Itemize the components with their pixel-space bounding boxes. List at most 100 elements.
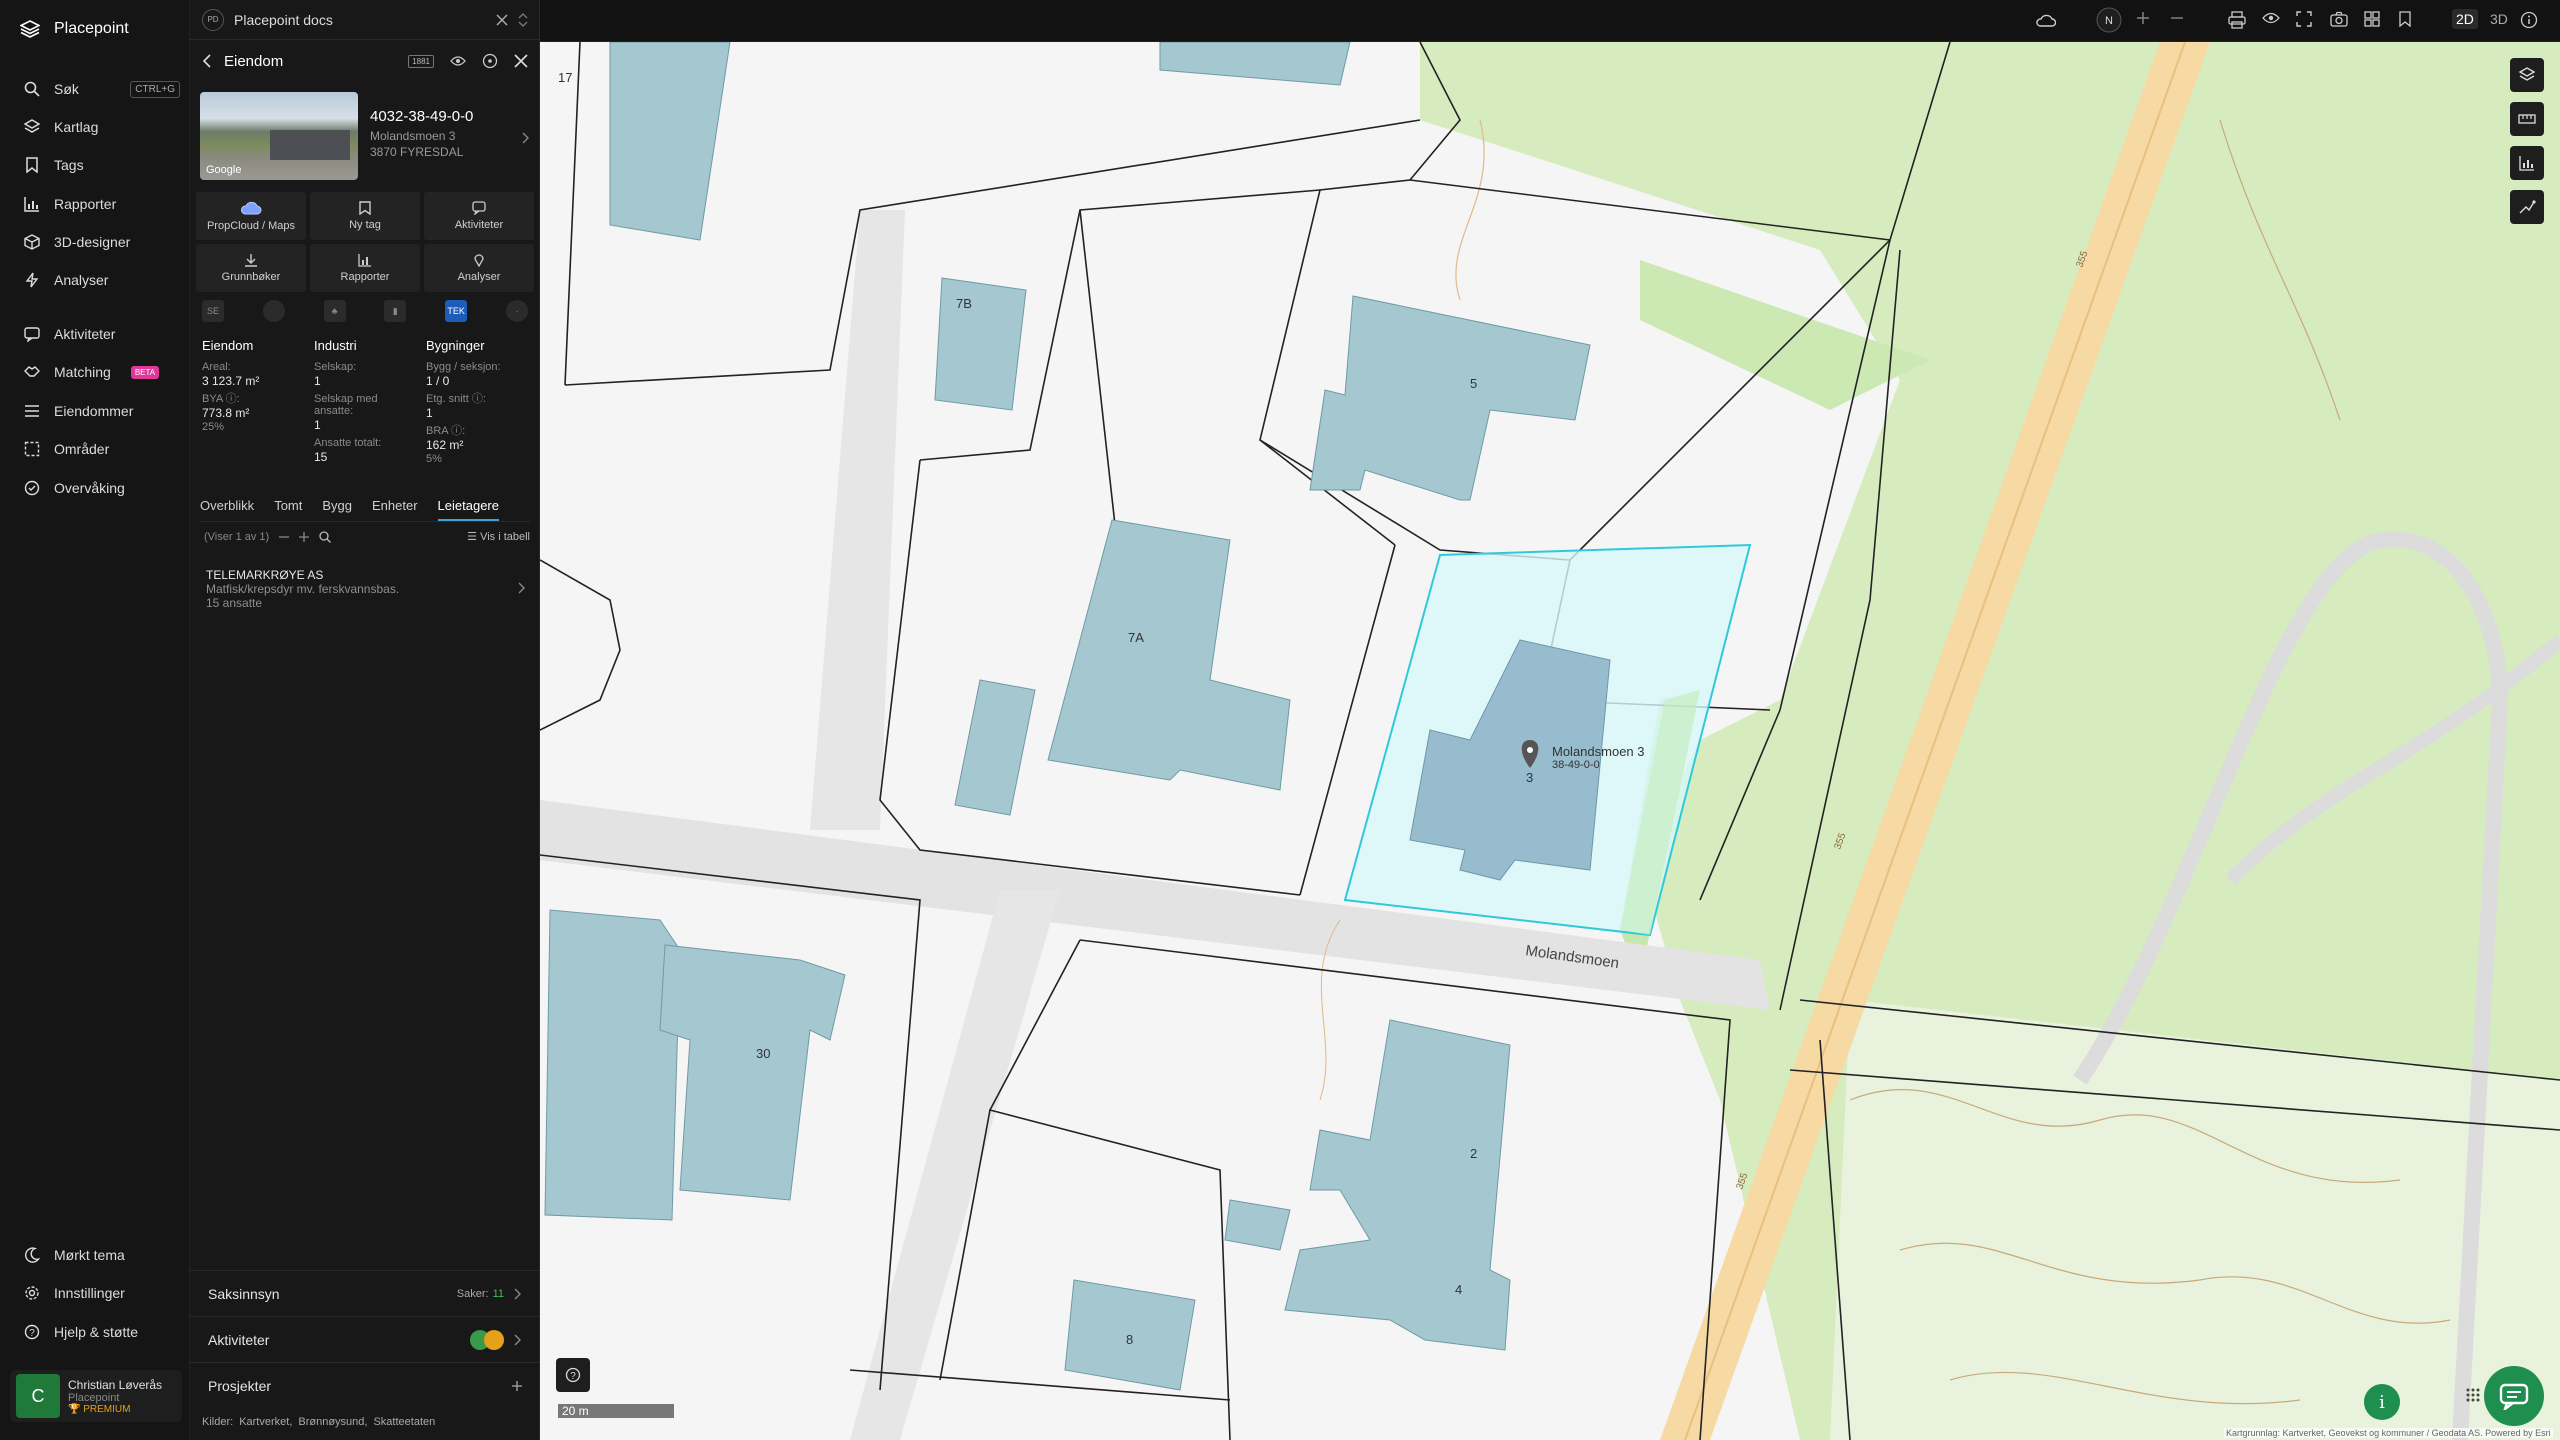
section-label: Prosjekter <box>208 1377 272 1394</box>
new-tag-button[interactable]: Ny tag <box>310 192 420 240</box>
back-icon[interactable] <box>202 54 212 68</box>
chart-tool[interactable] <box>2510 146 2544 180</box>
source-stats-icon[interactable]: ▮ <box>384 300 407 322</box>
docs-bar: PD Placepoint docs <box>190 0 540 40</box>
bookmark-icon[interactable] <box>2398 11 2412 27</box>
plus-icon[interactable] <box>299 531 310 542</box>
eye-icon[interactable] <box>2262 11 2280 25</box>
fullscreen-icon[interactable] <box>2296 11 2312 27</box>
source-tek-icon[interactable]: TEK <box>445 300 468 322</box>
stat-value: 162 m² <box>426 438 464 452</box>
activities-button[interactable]: Aktiviteter <box>424 192 534 240</box>
nav-item-map-layers[interactable]: Kartlag <box>24 115 180 139</box>
zoom-in-icon[interactable] <box>2136 11 2150 25</box>
measure-tool[interactable] <box>2510 102 2544 136</box>
expand-collapse-icon[interactable] <box>518 12 528 27</box>
source-link[interactable]: Kartverket, <box>239 1416 292 1428</box>
section-case-records[interactable]: Saksinnsyn Saker: 11 <box>190 1270 540 1316</box>
source-link[interactable]: Brønnøysund, <box>298 1416 367 1428</box>
nav-label: Eiendommer <box>54 403 134 419</box>
help-icon: ? <box>565 1367 581 1383</box>
source-tree-icon[interactable]: ♣ <box>323 300 346 322</box>
nav-item-activities[interactable]: Aktiviteter <box>24 322 180 346</box>
nav-item-matching[interactable]: Matching BETA <box>24 360 180 384</box>
source-globe-icon[interactable] <box>262 300 285 322</box>
nav-item-dark-theme[interactable]: Mørkt tema <box>24 1243 180 1267</box>
brand[interactable]: Placepoint <box>20 20 129 38</box>
info-button[interactable]: i <box>2364 1384 2400 1420</box>
map-pin-dot <box>1527 747 1533 753</box>
section-activities[interactable]: Aktiviteter <box>190 1316 540 1362</box>
tab-plot[interactable]: Tomt <box>274 498 302 521</box>
stat-value: 1 <box>426 406 433 420</box>
print-icon[interactable] <box>2228 11 2246 29</box>
mode-2d-button[interactable]: 2D <box>2452 9 2478 29</box>
resize-grip-icon[interactable] <box>2466 1388 2480 1402</box>
source-more-icon[interactable]: · <box>505 300 528 322</box>
stat-label: Bygg / seksjon: <box>426 361 501 373</box>
tab-tenants[interactable]: Leietagere <box>437 498 499 521</box>
nav-item-analyses[interactable]: Analyser <box>24 268 180 292</box>
download-icon <box>244 253 258 267</box>
propcloud-maps-button[interactable]: PropCloud / Maps <box>196 192 306 240</box>
stat-label: Selskap: <box>314 361 357 373</box>
tab-overview[interactable]: Overblikk <box>200 498 254 521</box>
nav-item-search[interactable]: Søk CTRL+G <box>24 77 180 101</box>
nav-item-3d-designer[interactable]: 3D-designer <box>24 230 180 254</box>
grid-icon[interactable] <box>2364 11 2380 27</box>
minus-icon[interactable] <box>279 532 290 542</box>
sources-label: Kilder: <box>202 1416 234 1428</box>
draw-tool[interactable] <box>2510 190 2544 224</box>
nav-item-reports[interactable]: Rapporter <box>24 192 180 216</box>
nav-item-tags[interactable]: Tags <box>24 153 180 177</box>
propcloud-icon[interactable] <box>2036 11 2056 29</box>
source-se-icon[interactable]: SE <box>202 300 224 322</box>
nav-item-settings[interactable]: Innstillinger <box>24 1281 180 1305</box>
close-icon[interactable] <box>514 54 528 68</box>
layers-search-icon <box>2518 66 2536 84</box>
user-card[interactable]: C Christian Løverås Placepoint 🏆 PREMIUM <box>10 1370 182 1422</box>
cube-icon <box>24 234 40 250</box>
nav-label: Søk <box>54 81 79 97</box>
avatar: C <box>16 1374 60 1418</box>
map-canvas[interactable]: 17 7B 5 7A 3 30 2 4 8 Molandsmoen 3 38-4… <box>540 42 2560 1440</box>
search-icon[interactable] <box>319 530 332 543</box>
target-icon[interactable] <box>482 53 498 69</box>
map-layers-tool[interactable] <box>2510 58 2544 92</box>
street-view-photo[interactable]: Google <box>200 92 358 180</box>
land-registry-button[interactable]: Grunnbøker <box>196 244 306 292</box>
property-summary[interactable]: Google 4032-38-49-0-0 Molandsmoen 3 3870… <box>200 92 530 180</box>
zoom-out-icon[interactable] <box>2170 11 2184 25</box>
scale-bar: 20 m <box>558 1404 674 1418</box>
camera-icon[interactable] <box>2330 11 2348 27</box>
nav-item-help[interactable]: ? Hjelp & støtte <box>24 1320 180 1344</box>
action-grid-bottom: Grunnbøker Rapporter Analyser <box>196 244 534 292</box>
road-north <box>810 210 905 830</box>
tab-units[interactable]: Enheter <box>372 498 418 521</box>
analyses-button[interactable]: Analyser <box>424 244 534 292</box>
nav-label: Innstillinger <box>54 1285 125 1301</box>
compass-button[interactable]: N <box>2096 7 2122 33</box>
view-in-table-link[interactable]: ☰ Vis i tabell <box>467 530 530 543</box>
map-help-button[interactable]: ? <box>556 1358 590 1392</box>
register-1881-button[interactable]: 1881 <box>408 54 434 68</box>
gear-icon <box>24 1285 40 1301</box>
plus-icon[interactable] <box>512 1380 522 1391</box>
property-id: 4032-38-49-0-0 <box>370 108 474 125</box>
reports-button[interactable]: Rapporter <box>310 244 420 292</box>
list-item[interactable]: TELEMARKRØYE AS Matfisk/krepsdyr mv. fer… <box>206 568 526 610</box>
docs-title[interactable]: Placepoint docs <box>234 12 333 28</box>
nav-item-areas[interactable]: Områder <box>24 437 180 461</box>
nav-label: Mørkt tema <box>54 1247 125 1263</box>
close-icon[interactable] <box>496 13 508 26</box>
nav-item-monitoring[interactable]: Overvåking <box>24 476 180 500</box>
section-projects[interactable]: Prosjekter <box>190 1362 540 1408</box>
stat-percent: 25% <box>202 421 225 433</box>
eye-icon[interactable] <box>450 55 466 67</box>
nav-item-properties[interactable]: Eiendommer <box>24 399 180 423</box>
mode-3d-button[interactable]: 3D <box>2486 9 2512 29</box>
chat-button[interactable] <box>2484 1366 2544 1426</box>
tab-buildings[interactable]: Bygg <box>322 498 352 521</box>
source-link[interactable]: Skatteetaten <box>373 1416 435 1428</box>
info-icon[interactable] <box>2520 11 2538 29</box>
